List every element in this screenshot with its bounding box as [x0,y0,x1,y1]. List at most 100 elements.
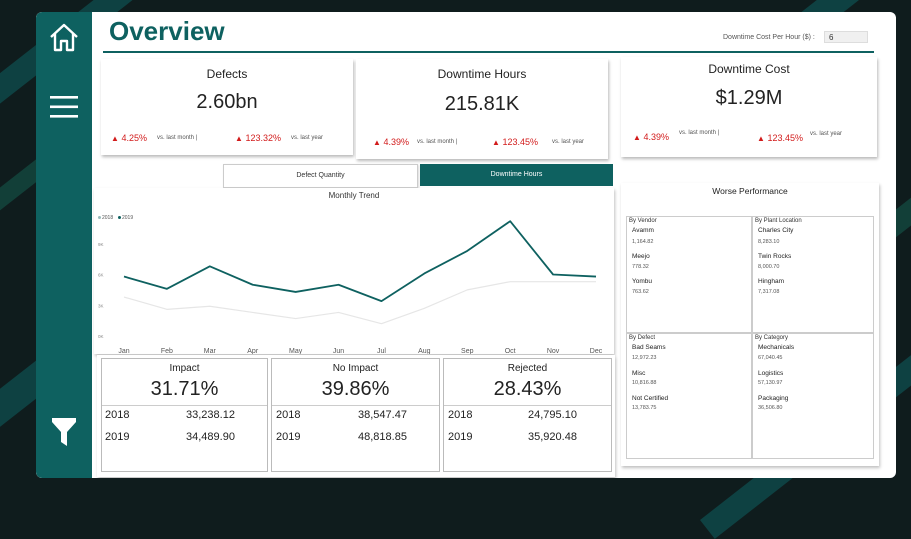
x-tick-label: Oct [505,348,516,354]
group-title: By Vendor [629,218,657,224]
kpi-card-downtime-hours: Downtime Hours 215.81K ▲ 4.39% vs. last … [356,59,608,159]
up-triangle-icon: ▲ [492,138,500,147]
title-divider [103,51,874,53]
page-title: Overview [109,16,225,46]
item-name: Bad Seams [632,344,666,351]
item-value: 778.32 [632,264,649,270]
worse-performance-panel: Worse Performance By Vendor Avamm 1,164.… [621,183,879,466]
home-icon[interactable] [47,20,81,59]
item-value: 7,317.08 [758,289,780,295]
divider [272,405,439,406]
kpi-card-defects: Defects 2.60bn ▲ 4.25% vs. last month | … [101,59,353,155]
legend-label: 2019 [122,215,133,221]
impact-percent: 28.43% [493,378,562,400]
group-title: By Plant Location [755,218,802,224]
group-by-vendor: By Vendor Avamm 1,164.82 Meejo 778.32 Yo… [626,216,752,333]
legend-marker [98,216,101,219]
item-value: 57,130.97 [758,380,783,386]
group-by-category: By Category Mechanicals 67,040.45 Logist… [752,333,874,459]
x-tick-label: Apr [247,348,259,354]
y-tick-label: 0K [98,334,104,339]
divider [444,405,611,406]
downtime-cost-label: Downtime Cost Per Hour ($) : [723,34,815,41]
year-delta-label: vs. last year [810,131,843,137]
month-delta-label: vs. last month | [157,135,198,141]
x-tick-label: Jun [333,348,344,354]
item-value: 8,283.10 [758,239,780,245]
kpi-title: Downtime Cost [708,62,790,76]
monthly-trend-panel: Monthly Trend 9K 6K 3K 0K Jan Feb Mar Apr May Jun… [94,188,614,354]
impact-title: Rejected [507,363,548,374]
x-tick-label: Dec [590,348,603,354]
year-delta: ▲ 123.45% [757,133,803,143]
legend-marker [118,216,121,219]
item-value: 763.62 [632,289,649,295]
kpi-card-downtime-cost: Downtime Cost $1.29M ▲ 4.39% vs. last mo… [621,57,877,157]
impact-title: No Impact [332,363,379,374]
downtime-cost-input[interactable]: 6 [824,31,868,43]
toggle-defect-quantity[interactable]: Defect Quantity [223,164,418,188]
legend-label: 2018 [102,215,113,221]
filter-icon[interactable] [47,414,81,455]
impact-card: Impact 31.71% 2018 33,238.12 2019 34,489.9… [101,358,268,472]
report-canvas: Overview Downtime Cost Per Hour ($) : 6 … [36,12,896,478]
item-value: 36,506.80 [758,405,783,411]
up-triangle-icon: ▲ [111,134,119,143]
x-tick-label: Feb [161,348,173,354]
monthly-trend-chart: 9K 6K 3K 0K Jan Feb Mar Apr May Jun Jul Aug Sep Oct No… [98,215,603,354]
item-value: 13,783.75 [632,405,657,411]
kpi-title: Defects [206,67,248,81]
item-value: 12,972.23 [632,355,657,361]
item-name: Hingham [758,278,785,285]
month-delta: ▲ 4.39% [633,132,669,142]
x-tick-label: Jul [377,348,386,354]
item-name: Twin Rocks [758,253,792,260]
item-name: Mechanicals [758,344,795,351]
item-name: Not Certified [632,395,669,402]
item-name: Logistics [758,370,784,377]
worse-performance-title: Worse Performance [712,186,788,196]
group-by-defect: By Defect Bad Seams 12,972.23 Misc 10,81… [626,333,752,459]
item-name: Packaging [758,395,789,402]
rejected-card: Rejected 28.43% 2018 24,795.10 2019 35,920… [443,358,612,472]
series-line-2018 [123,281,596,325]
menu-icon[interactable] [47,92,81,127]
item-name: Meejo [632,253,650,260]
up-triangle-icon: ▲ [235,134,243,143]
item-name: Avamm [632,227,654,234]
y-tick-label: 3K [98,303,104,308]
item-value: 1,164.82 [632,239,654,245]
x-tick-label: Sep [461,348,474,354]
item-name: Charles City [758,227,794,234]
year-delta: ▲ 123.32% [235,133,281,143]
kpi-title: Downtime Hours [437,67,527,81]
group-title: By Category [755,335,789,341]
toggle-downtime-hours[interactable]: Downtime Hours [420,164,613,186]
x-tick-label: May [289,348,303,354]
group-by-plant-location: By Plant Location Charles City 8,283.10 … [752,216,874,333]
up-triangle-icon: ▲ [633,133,641,142]
impact-percent: 31.71% [150,378,219,400]
up-triangle-icon: ▲ [757,134,765,143]
kpi-value: 215.81K [444,93,520,115]
month-delta: ▲ 4.39% [373,137,409,147]
x-tick-label: Jan [118,348,129,354]
impact-percent: 39.86% [321,378,390,400]
month-delta: ▲ 4.25% [111,133,147,143]
no-impact-card: No Impact 39.86% 2018 38,547.47 2019 48,81… [271,358,440,472]
group-title: By Defect [629,335,656,341]
item-value: 10,816.88 [632,380,657,386]
up-triangle-icon: ▲ [373,138,381,147]
divider [102,405,267,406]
item-name: Yombu [632,278,652,285]
item-name: Misc [632,370,646,377]
x-tick-label: Mar [204,348,217,354]
y-tick-label: 9K [98,242,104,247]
x-tick-label: Aug [418,348,431,354]
year-delta-label: vs. last year [291,135,324,141]
month-delta-label: vs. last month | [417,139,458,145]
sidebar [36,12,92,478]
year-delta: ▲ 123.45% [492,137,538,147]
kpi-value: 2.60bn [196,91,258,113]
month-delta-label: vs. last month | [679,130,720,136]
